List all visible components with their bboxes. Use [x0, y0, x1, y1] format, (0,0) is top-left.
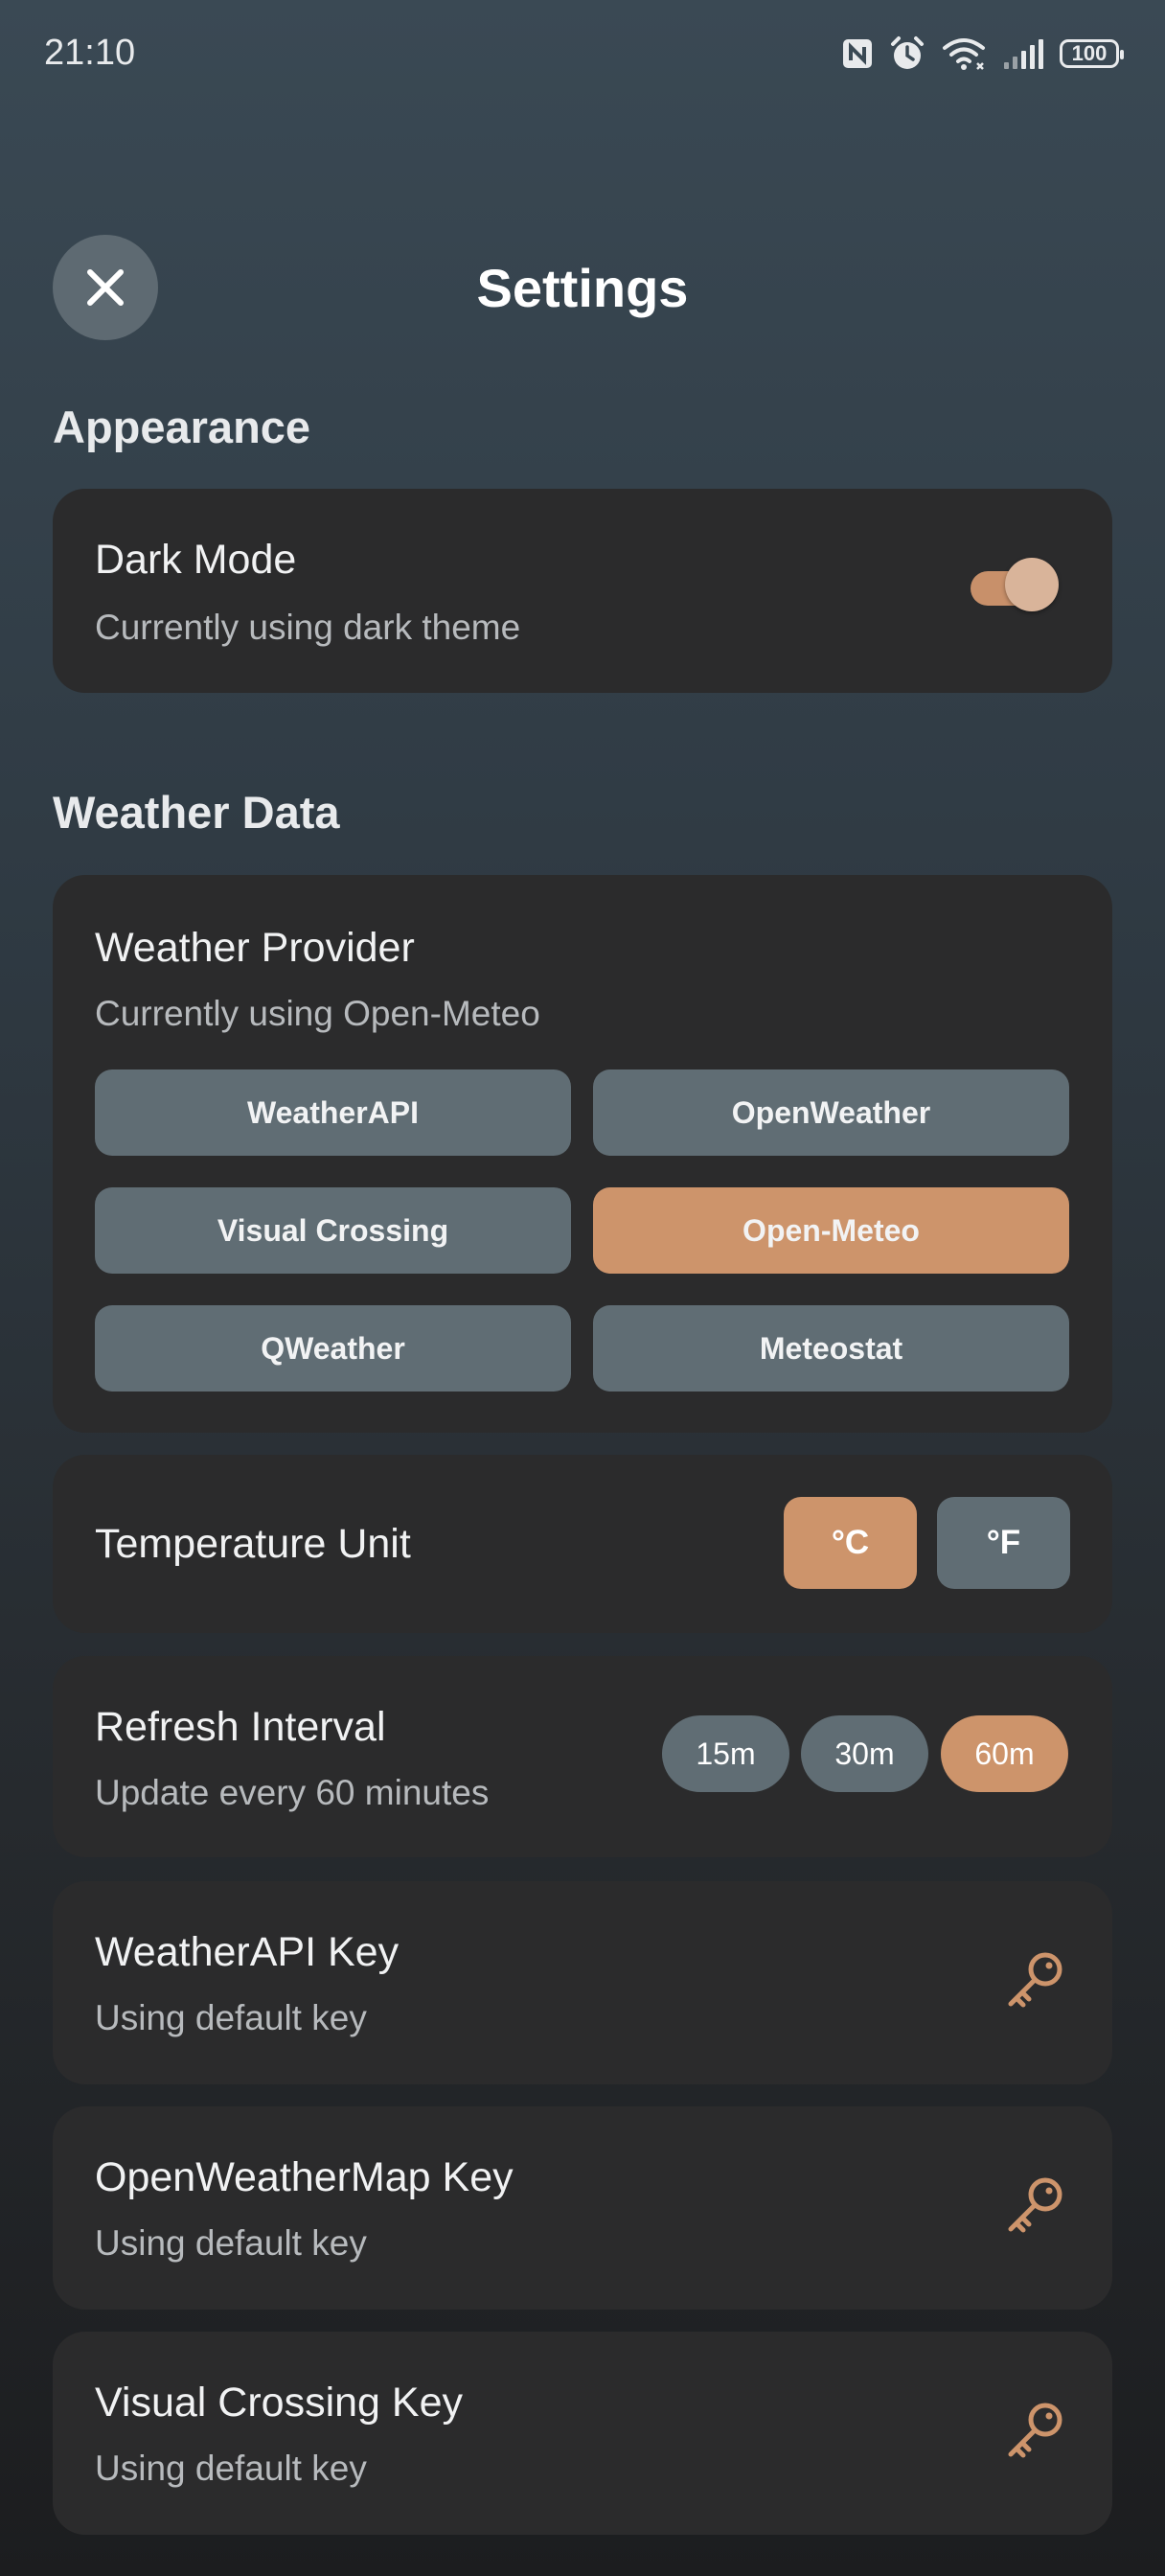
provider-button-weatherapi[interactable]: WeatherAPI: [95, 1070, 571, 1156]
weather-provider-card: Weather Provider Currently using Open-Me…: [53, 875, 1112, 1433]
wifi-icon: [943, 38, 985, 70]
provider-button-open-meteo[interactable]: Open-Meteo: [593, 1187, 1069, 1274]
api-key-subtitle: Using default key: [95, 1998, 367, 2037]
toggle-thumb: [1005, 558, 1059, 611]
api-key-title: Visual Crossing Key: [95, 2380, 463, 2426]
api-key-card-weatherapi[interactable]: WeatherAPI Key Using default key: [53, 1881, 1112, 2084]
battery-level: 100: [1071, 41, 1108, 65]
api-key-card-visual-crossing[interactable]: Visual Crossing Key Using default key: [53, 2332, 1112, 2535]
section-title-weather-data: Weather Data: [53, 787, 340, 838]
status-icons: 100: [841, 33, 1124, 75]
api-key-subtitle: Using default key: [95, 2449, 367, 2488]
api-key-subtitle: Using default key: [95, 2223, 367, 2263]
status-time: 21:10: [44, 33, 136, 73]
interval-chip-60m[interactable]: 60m: [941, 1715, 1068, 1792]
interval-chip-30m[interactable]: 30m: [801, 1715, 928, 1792]
key-icon: [1008, 1952, 1062, 2008]
dark-mode-toggle[interactable]: [971, 558, 1059, 611]
provider-button-openweather[interactable]: OpenWeather: [593, 1070, 1069, 1156]
key-icon: [1008, 2403, 1062, 2458]
weather-provider-title: Weather Provider: [95, 925, 415, 971]
signal-icon: [1004, 39, 1043, 69]
dark-mode-card[interactable]: Dark Mode Currently using dark theme: [53, 489, 1112, 693]
interval-chip-15m[interactable]: 15m: [662, 1715, 789, 1792]
key-icon: [1008, 2177, 1062, 2233]
refresh-interval-subtitle: Update every 60 minutes: [95, 1773, 490, 1812]
unit-button-fahrenheit[interactable]: °F: [937, 1497, 1070, 1589]
dark-mode-title: Dark Mode: [95, 537, 297, 583]
temperature-unit-card: Temperature Unit °C °F: [53, 1455, 1112, 1633]
section-title-appearance: Appearance: [53, 402, 311, 452]
nfc-icon: [843, 39, 872, 68]
api-key-title: OpenWeatherMap Key: [95, 2154, 514, 2200]
provider-button-visual-crossing[interactable]: Visual Crossing: [95, 1187, 571, 1274]
unit-button-celsius[interactable]: °C: [784, 1497, 917, 1589]
dark-mode-subtitle: Currently using dark theme: [95, 608, 521, 647]
battery-icon: 100: [1060, 39, 1124, 68]
status-bar: 21:10 100: [0, 0, 1165, 105]
api-key-card-openweathermap[interactable]: OpenWeatherMap Key Using default key: [53, 2106, 1112, 2310]
weather-provider-subtitle: Currently using Open-Meteo: [95, 994, 540, 1033]
alarm-icon: [891, 36, 924, 69]
page-title: Settings: [476, 258, 689, 318]
provider-button-qweather[interactable]: QWeather: [95, 1305, 571, 1392]
refresh-interval-title: Refresh Interval: [95, 1704, 386, 1750]
temperature-unit-title: Temperature Unit: [95, 1521, 411, 1567]
provider-button-meteostat[interactable]: Meteostat: [593, 1305, 1069, 1392]
refresh-interval-card: Refresh Interval Update every 60 minutes…: [53, 1656, 1112, 1857]
api-key-title: WeatherAPI Key: [95, 1929, 400, 1975]
